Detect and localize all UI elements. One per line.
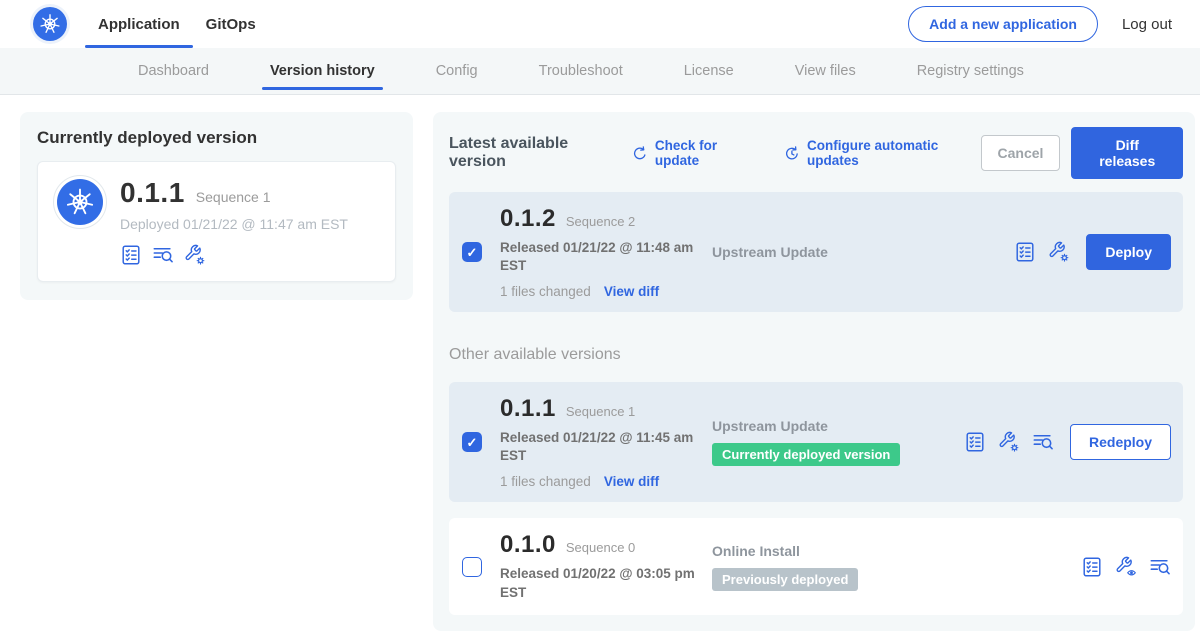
deployed-version-number: 0.1.1 — [120, 177, 185, 209]
check-for-update-label: Check for update — [655, 138, 757, 168]
configure-auto-updates-link[interactable]: Configure automatic updates — [784, 138, 980, 168]
released-timestamp: Released 01/21/22 @ 11:45 am EST — [500, 429, 700, 465]
subnav-license-label: License — [684, 63, 734, 79]
subnav-item-troubleshoot[interactable]: Troubleshoot — [537, 48, 625, 94]
cancel-button[interactable]: Cancel — [981, 135, 1061, 171]
main-content: Currently deployed version 0.1.1 Sequenc… — [0, 95, 1200, 631]
deployed-timestamp: Deployed 01/21/22 @ 11:47 am EST — [120, 216, 348, 232]
source-label: Upstream Update — [712, 418, 964, 434]
version-actions — [1081, 556, 1171, 578]
redeploy-button[interactable]: Redeploy — [1070, 424, 1171, 460]
tab-application[interactable]: Application — [85, 0, 193, 48]
available-versions-panel: Latest available version Check for updat… — [433, 112, 1195, 631]
subnav-config-label: Config — [436, 63, 478, 79]
version-info: 0.1.1 Sequence 1 Released 01/21/22 @ 11:… — [500, 395, 712, 489]
version-number: 0.1.0 — [500, 531, 556, 559]
logout-button[interactable]: Log out — [1122, 16, 1172, 33]
subnav-troubleshoot-label: Troubleshoot — [539, 63, 623, 79]
auto-update-clock-icon — [784, 145, 800, 162]
released-timestamp: Released 01/20/22 @ 03:05 pm EST — [500, 565, 700, 601]
deployed-version-tile: 0.1.1 Sequence 1 Deployed 01/21/22 @ 11:… — [37, 161, 396, 282]
version-checkbox[interactable] — [462, 242, 482, 262]
refresh-icon — [632, 145, 648, 162]
source-label: Online Install — [712, 543, 964, 559]
files-changed-label: 1 files changed — [500, 474, 591, 489]
sequence-label: Sequence 2 — [566, 214, 635, 229]
previously-deployed-badge: Previously deployed — [712, 568, 858, 591]
wrench-gear-icon[interactable] — [998, 431, 1020, 453]
tab-gitops-label: GitOps — [206, 16, 256, 33]
currently-deployed-badge: Currently deployed version — [712, 443, 900, 466]
version-source: Upstream Update Currently deployed versi… — [712, 418, 964, 466]
files-changed-label: 1 files changed — [500, 284, 591, 299]
kubernetes-logo — [57, 179, 103, 225]
sequence-label: Sequence 1 — [566, 404, 635, 419]
top-nav-right: Add a new application Log out — [908, 0, 1200, 48]
view-diff-link[interactable]: View diff — [604, 474, 659, 489]
subnav-item-license[interactable]: License — [682, 48, 736, 94]
version-checkbox[interactable] — [462, 557, 482, 577]
helm-wheel-icon — [65, 187, 95, 217]
app-logo[interactable] — [33, 7, 67, 41]
view-diff-link[interactable]: View diff — [604, 284, 659, 299]
deployed-sequence-label: Sequence 1 — [196, 189, 271, 205]
version-row-0-1-0: 0.1.0 Sequence 0 Released 01/20/22 @ 03:… — [449, 518, 1183, 615]
available-header: Latest available version Check for updat… — [449, 127, 1183, 179]
subnav-registry-settings-label: Registry settings — [917, 63, 1024, 79]
tab-gitops[interactable]: GitOps — [193, 0, 269, 48]
tab-application-label: Application — [98, 16, 180, 33]
version-info: 0.1.2 Sequence 2 Released 01/21/22 @ 11:… — [500, 205, 712, 299]
source-label: Upstream Update — [712, 244, 964, 260]
currently-deployed-card: Currently deployed version 0.1.1 Sequenc… — [20, 112, 413, 300]
checklist-icon[interactable] — [1081, 556, 1103, 578]
helm-wheel-icon — [39, 13, 61, 35]
version-source: Upstream Update — [712, 244, 964, 260]
version-info: 0.1.0 Sequence 0 Released 01/20/22 @ 03:… — [500, 531, 712, 601]
wrench-eye-icon[interactable] — [1115, 556, 1137, 578]
wrench-gear-icon[interactable] — [1048, 241, 1070, 263]
lines-magnifier-icon[interactable] — [1149, 556, 1171, 578]
subnav-item-dashboard[interactable]: Dashboard — [136, 48, 211, 94]
subnav-dashboard-label: Dashboard — [138, 63, 209, 79]
subnav-view-files-label: View files — [795, 63, 856, 79]
subnav-item-version-history[interactable]: Version history — [268, 48, 377, 94]
deployed-card-title: Currently deployed version — [37, 128, 396, 148]
lines-magnifier-icon[interactable] — [152, 244, 174, 266]
other-versions-title: Other available versions — [449, 346, 1183, 364]
version-row-0-1-2: 0.1.2 Sequence 2 Released 01/21/22 @ 11:… — [449, 192, 1183, 312]
add-application-button[interactable]: Add a new application — [908, 6, 1098, 42]
version-actions: Redeploy — [964, 424, 1171, 460]
wrench-gear-icon[interactable] — [184, 244, 206, 266]
checklist-icon[interactable] — [1014, 241, 1036, 263]
version-checkbox[interactable] — [462, 432, 482, 452]
version-source: Online Install Previously deployed — [712, 543, 964, 591]
version-number: 0.1.2 — [500, 205, 556, 233]
subnav-item-config[interactable]: Config — [434, 48, 480, 94]
checklist-icon[interactable] — [964, 431, 986, 453]
top-tabs: Application GitOps — [85, 0, 269, 48]
subnav-item-view-files[interactable]: View files — [793, 48, 858, 94]
version-number: 0.1.1 — [500, 395, 556, 423]
lines-magnifier-icon[interactable] — [1032, 431, 1054, 453]
diff-releases-button[interactable]: Diff releases — [1071, 127, 1183, 179]
app-subnav: Dashboard Version history Config Trouble… — [0, 48, 1200, 95]
deploy-button[interactable]: Deploy — [1086, 234, 1171, 270]
check-for-update-link[interactable]: Check for update — [632, 138, 757, 168]
latest-available-title: Latest available version — [449, 135, 617, 171]
checklist-icon[interactable] — [120, 244, 142, 266]
subnav-version-history-label: Version history — [270, 63, 375, 79]
sequence-label: Sequence 0 — [566, 540, 635, 555]
deployed-version-info: 0.1.1 Sequence 1 Deployed 01/21/22 @ 11:… — [120, 175, 348, 266]
released-timestamp: Released 01/21/22 @ 11:48 am EST — [500, 239, 700, 275]
configure-auto-updates-label: Configure automatic updates — [807, 138, 981, 168]
version-row-0-1-1: 0.1.1 Sequence 1 Released 01/21/22 @ 11:… — [449, 382, 1183, 502]
subnav-item-registry-settings[interactable]: Registry settings — [915, 48, 1026, 94]
app-icon-ring — [53, 175, 107, 229]
version-actions: Deploy — [1014, 234, 1171, 270]
deployed-icon-row — [120, 244, 348, 266]
top-navbar: Application GitOps Add a new application… — [0, 0, 1200, 48]
